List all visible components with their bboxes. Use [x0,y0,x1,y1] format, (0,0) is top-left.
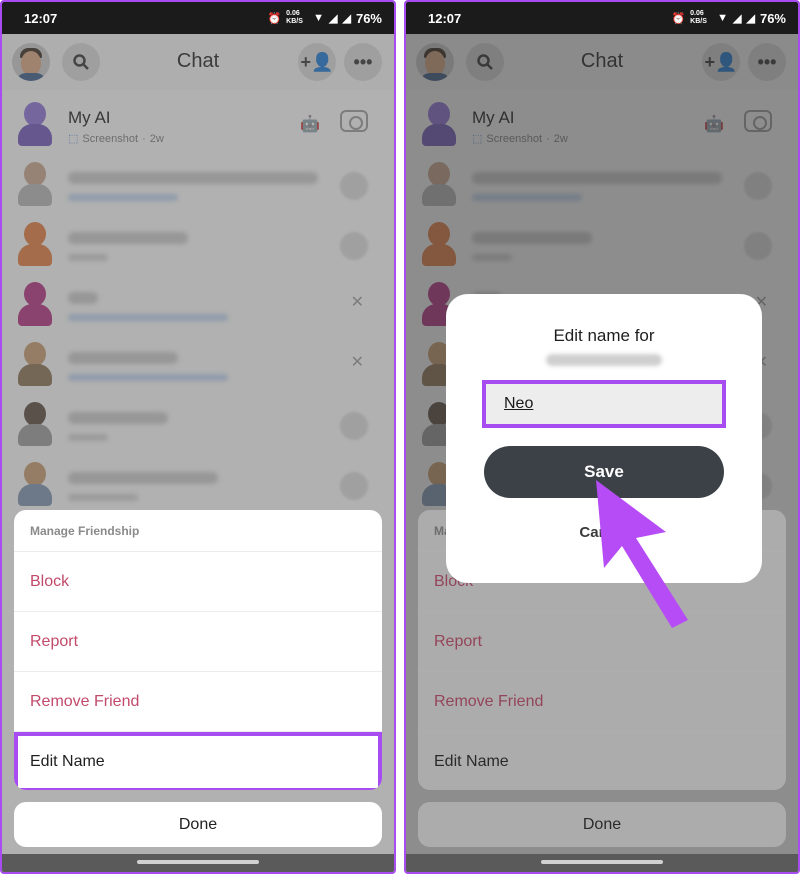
comparison-stage: 12:07 ⏰ 0.06 KB/S ▼ ◢ ◢ 76% Chat +👤 ••• [0,0,800,874]
manage-friendship-sheet: Manage Friendship Block Report Remove Fr… [14,510,382,790]
network-speed: 0.06 KB/S [286,10,303,25]
pointer-arrow-icon [596,480,688,628]
phone-manage-friendship: 12:07 ⏰ 0.06 KB/S ▼ ◢ ◢ 76% Chat +👤 ••• [0,0,396,874]
signal-icon: ◢ [329,12,338,25]
blurred-username [546,354,662,366]
battery-level: 76% [355,10,382,26]
edit-name-button[interactable]: Edit Name [14,732,382,790]
dialog-title: Edit name for [553,326,655,345]
alarm-icon: ⏰ [671,12,686,25]
home-indicator [2,854,394,872]
status-time: 12:07 [428,10,462,26]
status-time: 12:07 [24,10,58,26]
wifi-icon: ▼ [717,12,729,24]
signal-icon: ◢ [733,12,742,25]
sheet-title: Manage Friendship [14,510,382,552]
report-button[interactable]: Report [14,612,382,672]
signal-icon-2: ◢ [342,12,351,25]
status-bar: 12:07 ⏰ 0.06 KB/S ▼ ◢ ◢ 76% [406,2,798,34]
alarm-icon: ⏰ [267,12,282,25]
remove-friend-button[interactable]: Remove Friend [14,672,382,732]
status-bar: 12:07 ⏰ 0.06 KB/S ▼ ◢ ◢ 76% [2,2,394,34]
wifi-icon: ▼ [313,12,325,24]
signal-icon-2: ◢ [746,12,755,25]
home-indicator [406,854,798,872]
phone-edit-name-dialog: 12:07 ⏰ 0.06 KB/S ▼ ◢ ◢ 76% Chat +👤 ••• [404,0,800,874]
network-speed: 0.06 KB/S [690,10,707,25]
block-button[interactable]: Block [14,552,382,612]
battery-level: 76% [759,10,786,26]
name-input[interactable]: Neo [482,380,726,428]
done-button[interactable]: Done [14,802,382,847]
